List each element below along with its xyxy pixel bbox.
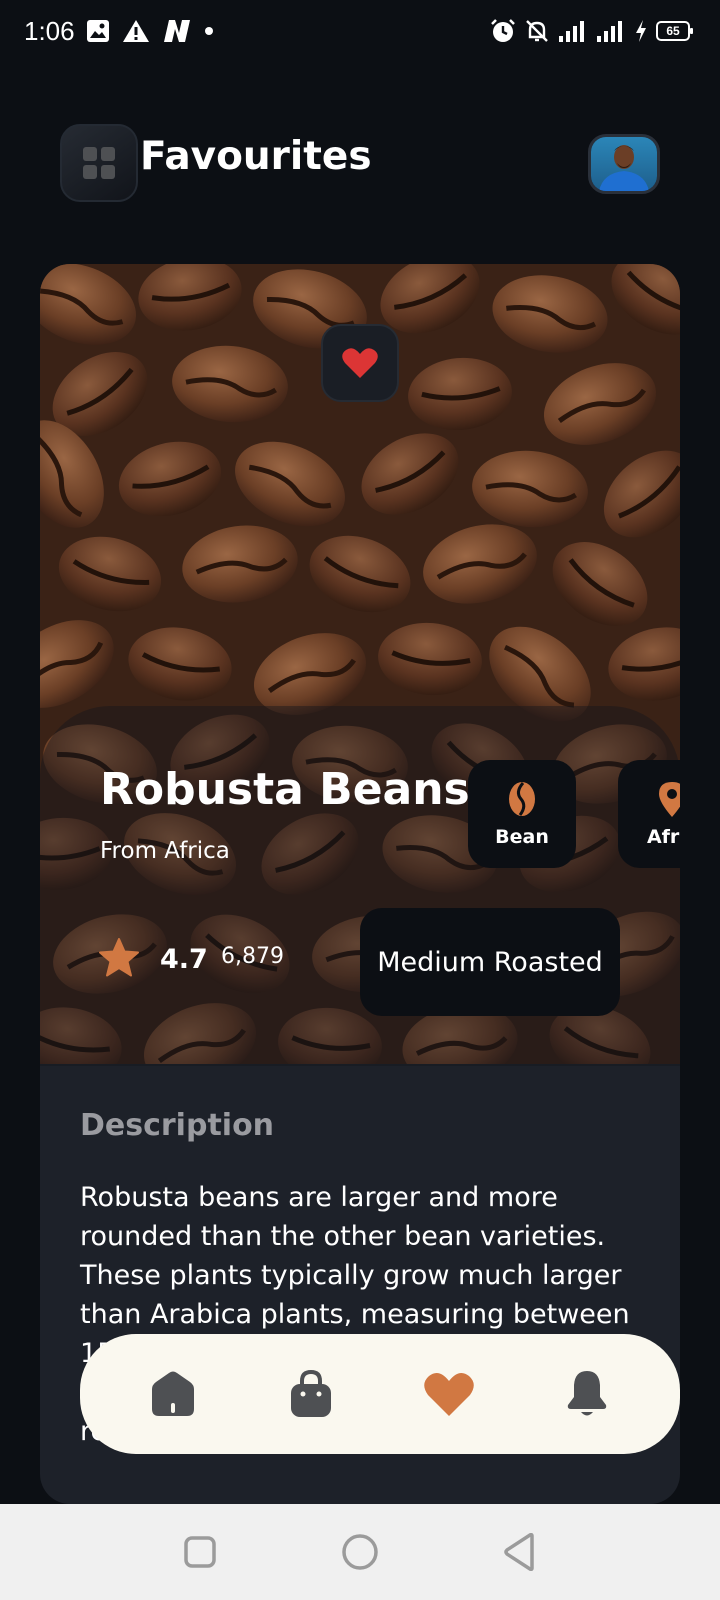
- status-bar: 1:06 65: [0, 0, 720, 66]
- roast-label: Medium Roasted: [377, 946, 603, 978]
- avatar[interactable]: [588, 134, 660, 194]
- home-system-button[interactable]: [330, 1522, 390, 1582]
- product-origin: From Africa: [100, 838, 230, 864]
- system-nav-bar: [0, 1504, 720, 1600]
- back-triangle-icon: [504, 1533, 534, 1571]
- status-time: 1:06: [24, 16, 75, 46]
- n-app-icon: [164, 20, 190, 42]
- status-left-icons: [86, 19, 214, 43]
- heart-icon: [342, 348, 378, 378]
- favourite-button[interactable]: [321, 324, 399, 402]
- alarm-icon: [491, 19, 515, 42]
- product-name: Robusta Beans: [100, 764, 470, 815]
- location-pin-icon: [659, 782, 680, 817]
- bell-icon: [567, 1371, 607, 1416]
- battery-icon: 65: [656, 21, 693, 41]
- description-heading: Description: [80, 1108, 275, 1143]
- status-right-icons: 65: [490, 18, 693, 44]
- chip-origin: Afric: [618, 760, 680, 868]
- rating-count: 6,879: [221, 944, 284, 969]
- signal-icon: [597, 21, 622, 42]
- grid-menu-icon: [83, 147, 115, 179]
- home-icon: [152, 1371, 194, 1416]
- star-icon: [99, 938, 139, 977]
- charging-icon: [636, 20, 646, 42]
- nav-home[interactable]: [133, 1354, 213, 1434]
- nav-favourites[interactable]: [409, 1354, 489, 1434]
- recents-button[interactable]: [170, 1522, 230, 1582]
- coffee-bean-icon: [509, 782, 535, 816]
- avatar-image: [591, 137, 657, 191]
- bottom-nav: [80, 1334, 680, 1454]
- nav-cart[interactable]: [271, 1354, 351, 1434]
- square-icon: [184, 1536, 216, 1568]
- image-icon: [87, 20, 109, 42]
- rating-value: 4.7: [160, 944, 208, 975]
- back-button[interactable]: [490, 1522, 550, 1582]
- alert-icon: [123, 20, 149, 42]
- roast-chip: Medium Roasted: [360, 908, 620, 1016]
- chip-bean: Bean: [468, 760, 576, 868]
- shopping-bag-icon: [291, 1370, 331, 1417]
- page-title: Favourites: [140, 134, 372, 179]
- menu-button[interactable]: [60, 124, 138, 202]
- chip-bean-label: Bean: [495, 826, 549, 848]
- bell-off-icon: [526, 20, 548, 42]
- heart-icon: [424, 1372, 474, 1416]
- dot-icon: [205, 27, 213, 35]
- product-card: Robusta Beans From Africa Bean Afric 4.7…: [40, 264, 680, 1504]
- signal-icon: [559, 21, 584, 42]
- chip-origin-label: Afric: [646, 826, 680, 848]
- circle-icon: [342, 1534, 378, 1570]
- nav-notifications[interactable]: [547, 1354, 627, 1434]
